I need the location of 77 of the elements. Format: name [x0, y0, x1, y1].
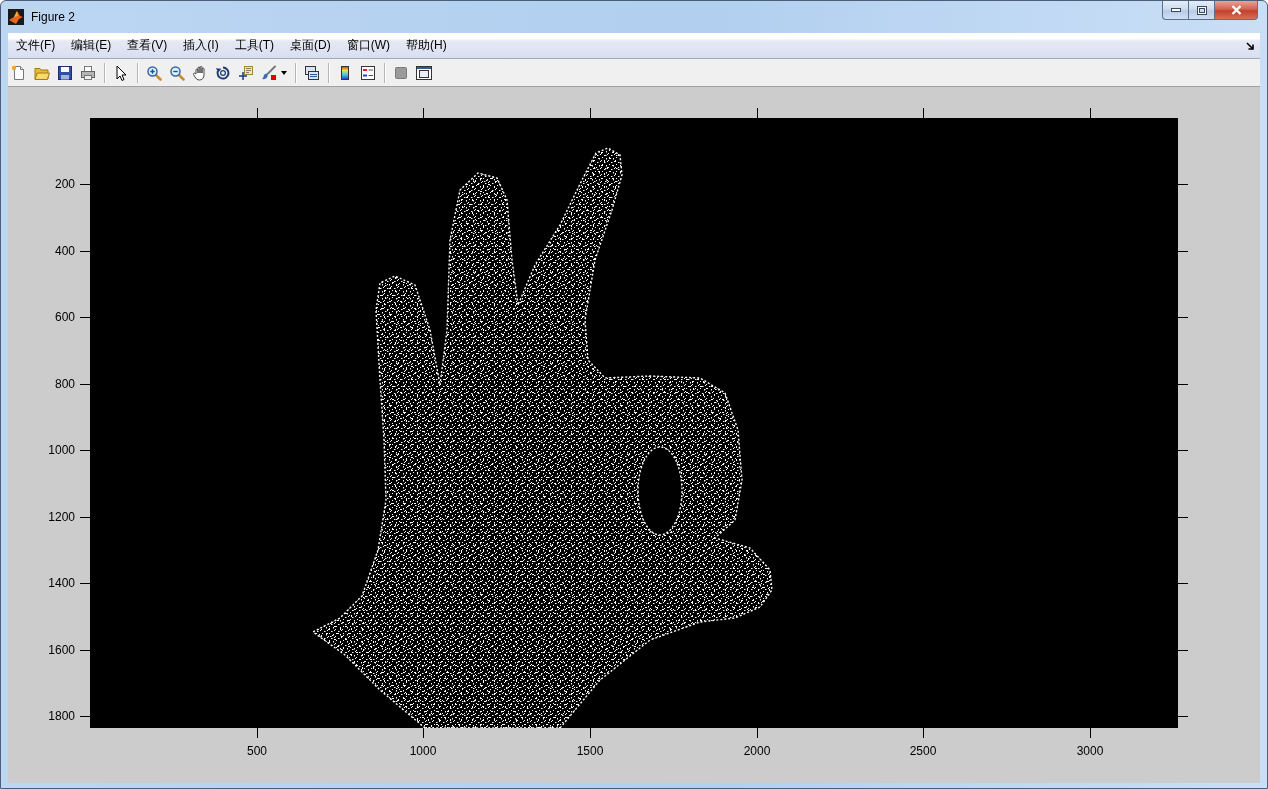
tick-mark — [80, 317, 90, 318]
new-file-icon[interactable] — [11, 64, 27, 81]
data-cursor-icon[interactable] — [238, 64, 254, 81]
menu-item[interactable]: 工具(T) — [226, 37, 282, 54]
tick-mark — [423, 728, 424, 738]
legend-icon[interactable] — [360, 64, 376, 81]
pointer-icon[interactable] — [113, 64, 129, 81]
pan-hand-icon[interactable] — [192, 64, 208, 81]
tick-mark — [80, 184, 90, 185]
x-tick-label: 500 — [247, 744, 267, 758]
window-title: Figure 2 — [31, 10, 76, 24]
tick-mark — [1090, 728, 1091, 738]
tick-mark — [80, 384, 90, 385]
tick-mark — [1178, 650, 1188, 651]
print-icon[interactable] — [80, 64, 96, 81]
maximize-icon — [1196, 5, 1207, 15]
y-tick-label: 1200 — [48, 510, 75, 524]
window-icon[interactable] — [416, 64, 432, 81]
tick-mark — [923, 108, 924, 118]
menu-item[interactable]: 桌面(D) — [282, 37, 339, 54]
zoom-in-icon[interactable] — [146, 64, 162, 81]
tick-mark — [1090, 108, 1091, 118]
x-tick-label: 1000 — [409, 744, 437, 758]
tick-mark — [1178, 583, 1188, 584]
tick-mark — [80, 450, 90, 451]
tick-mark — [757, 108, 758, 118]
app-logo-icon — [8, 9, 24, 25]
rotate-icon[interactable] — [215, 64, 231, 81]
y-tick-label: 1800 — [48, 709, 75, 723]
maximize-button[interactable] — [1188, 1, 1215, 20]
minimize-button[interactable] — [1162, 1, 1189, 20]
tick-mark — [80, 716, 90, 717]
tick-mark — [1178, 251, 1188, 252]
tick-mark — [257, 728, 258, 738]
menu-item[interactable]: 帮助(H) — [398, 37, 455, 54]
tick-mark — [257, 108, 258, 118]
menu-item[interactable]: 编辑(E) — [63, 37, 120, 54]
y-tick-label: 200 — [54, 177, 75, 191]
close-button[interactable] — [1214, 1, 1258, 20]
tick-mark — [423, 108, 424, 118]
x-tick-label: 3000 — [1076, 744, 1104, 758]
tick-mark — [757, 728, 758, 738]
zoom-out-icon[interactable] — [169, 64, 185, 81]
tick-mark — [1178, 317, 1188, 318]
tick-mark — [80, 251, 90, 252]
save-icon[interactable] — [57, 64, 73, 81]
y-tick-label: 1000 — [48, 443, 75, 457]
tick-mark — [923, 728, 924, 738]
tick-mark — [590, 108, 591, 118]
square-icon[interactable] — [393, 64, 409, 81]
tick-mark — [80, 517, 90, 518]
tick-mark — [1178, 184, 1188, 185]
y-tick-label: 600 — [54, 310, 75, 324]
linked-plots-icon[interactable] — [304, 64, 320, 81]
dropdown-caret-icon[interactable] — [281, 70, 287, 75]
x-tick-label: 1500 — [576, 744, 604, 758]
x-tick-label: 2500 — [909, 744, 937, 758]
y-tick-label: 800 — [54, 377, 75, 391]
tick-mark — [1178, 517, 1188, 518]
y-tick-label: 1400 — [48, 576, 75, 590]
tick-mark — [80, 650, 90, 651]
tick-mark — [1178, 716, 1188, 717]
tick-mark — [80, 583, 90, 584]
tick-mark — [1178, 450, 1188, 451]
x-tick-label: 2000 — [743, 744, 771, 758]
close-icon — [1230, 5, 1242, 15]
menu-item[interactable]: 插入(I) — [175, 37, 227, 54]
menu-item[interactable]: 文件(F) — [8, 37, 64, 54]
brush-icon[interactable] — [261, 64, 277, 81]
minimize-icon — [1170, 8, 1181, 12]
menu-item[interactable]: 窗口(W) — [338, 37, 398, 54]
y-tick-label: 1600 — [48, 643, 75, 657]
tick-mark — [590, 728, 591, 738]
y-tick-label: 400 — [54, 244, 75, 258]
tick-mark — [1178, 384, 1188, 385]
menu-item[interactable]: 查看(V) — [119, 37, 176, 54]
dock-arrow-icon[interactable] — [1246, 41, 1254, 50]
